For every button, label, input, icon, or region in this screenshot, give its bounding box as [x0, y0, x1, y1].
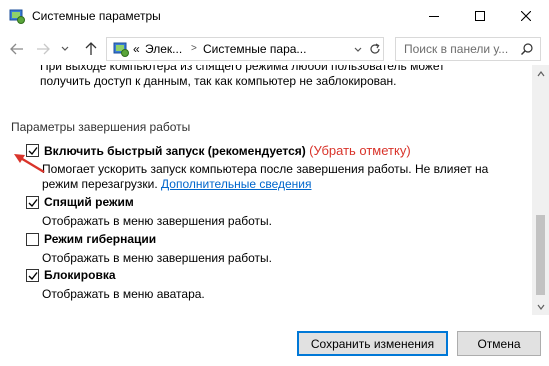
sleep-checkbox[interactable]	[26, 196, 39, 209]
close-button[interactable]	[503, 0, 549, 32]
section-title: Параметры завершения работы	[11, 120, 191, 134]
control-panel-icon	[9, 9, 25, 24]
chevron-down-icon	[61, 46, 69, 51]
search-icon[interactable]	[520, 42, 534, 56]
minimize-button[interactable]	[411, 0, 457, 32]
checkmark-icon	[28, 199, 38, 208]
chevron-down-icon	[537, 304, 544, 310]
more-info-link[interactable]: Дополнительные сведения	[161, 177, 311, 191]
breadcrumb-separator-icon[interactable]: >	[191, 43, 197, 54]
recent-locations-button[interactable]	[58, 38, 72, 60]
hibernate-description: Отображать в меню завершения работы.	[42, 251, 273, 265]
maximize-icon	[475, 11, 485, 21]
forward-button[interactable]	[32, 38, 54, 60]
scroll-down-button[interactable]	[532, 298, 549, 315]
chevron-up-icon	[537, 70, 544, 76]
scroll-up-button[interactable]	[532, 65, 549, 82]
breadcrumb-item[interactable]: Элек...	[145, 42, 182, 56]
address-overflow-marker[interactable]: «	[133, 42, 140, 56]
arrow-left-icon	[10, 43, 23, 55]
hibernate-label[interactable]: Режим гибернации	[44, 232, 156, 246]
annotation-arrow-icon	[14, 154, 45, 174]
cancel-button[interactable]: Отмена	[457, 331, 541, 356]
navigation-bar: « Элек... > Системные пара... Поиск в па…	[0, 32, 549, 65]
lock-label[interactable]: Блокировка	[44, 268, 116, 282]
maximize-button[interactable]	[457, 0, 503, 32]
lock-checkbox[interactable]	[26, 269, 39, 282]
arrow-up-icon	[85, 42, 97, 55]
address-bar[interactable]: « Элек... > Системные пара...	[106, 37, 384, 61]
scrollbar-thumb[interactable]	[536, 215, 545, 295]
save-changes-button[interactable]: Сохранить изменения	[297, 331, 448, 356]
fast-startup-description-end: режим перезагрузки.	[42, 177, 158, 191]
address-dropdown-button[interactable]	[351, 42, 365, 58]
window-title: Системные параметры	[32, 9, 161, 23]
search-box[interactable]: Поиск в панели у...	[395, 37, 541, 61]
back-button[interactable]	[6, 38, 28, 60]
footer: Сохранить изменения Отмена	[0, 315, 549, 366]
description-text: получить доступ к данным, так как компью…	[40, 74, 397, 88]
control-panel-icon	[113, 42, 129, 57]
hibernate-checkbox[interactable]	[26, 233, 39, 246]
annotation-note: (Убрать отметку)	[309, 143, 411, 158]
fast-startup-label-text: Включить быстрый запуск (рекомендуется)	[44, 144, 306, 158]
close-icon	[521, 11, 531, 21]
breadcrumb-item[interactable]: Системные пара...	[203, 42, 306, 56]
up-button[interactable]	[80, 38, 102, 60]
title-bar: Системные параметры	[0, 0, 549, 32]
lock-description: Отображать в меню аватара.	[42, 287, 205, 301]
fast-startup-description: режим перезагрузки. Дополнительные сведе…	[42, 177, 312, 191]
description-text: При выходе компьютера из спящего режима …	[40, 65, 445, 73]
fast-startup-label[interactable]: Включить быстрый запуск (рекомендуется) …	[44, 143, 411, 158]
chevron-down-icon	[354, 47, 362, 52]
vertical-scrollbar[interactable]	[532, 65, 549, 315]
refresh-button[interactable]	[365, 38, 383, 60]
minimize-icon	[429, 15, 439, 17]
refresh-icon	[369, 43, 380, 54]
content-area: При выходе компьютера из спящего режима …	[0, 65, 549, 315]
sleep-description: Отображать в меню завершения работы.	[42, 214, 273, 228]
search-placeholder: Поиск в панели у...	[404, 42, 509, 56]
checkmark-icon	[28, 272, 38, 281]
arrow-right-icon	[37, 43, 50, 55]
fast-startup-description: Помогает ускорить запуск компьютера посл…	[42, 162, 489, 176]
sleep-label[interactable]: Спящий режим	[44, 195, 134, 209]
